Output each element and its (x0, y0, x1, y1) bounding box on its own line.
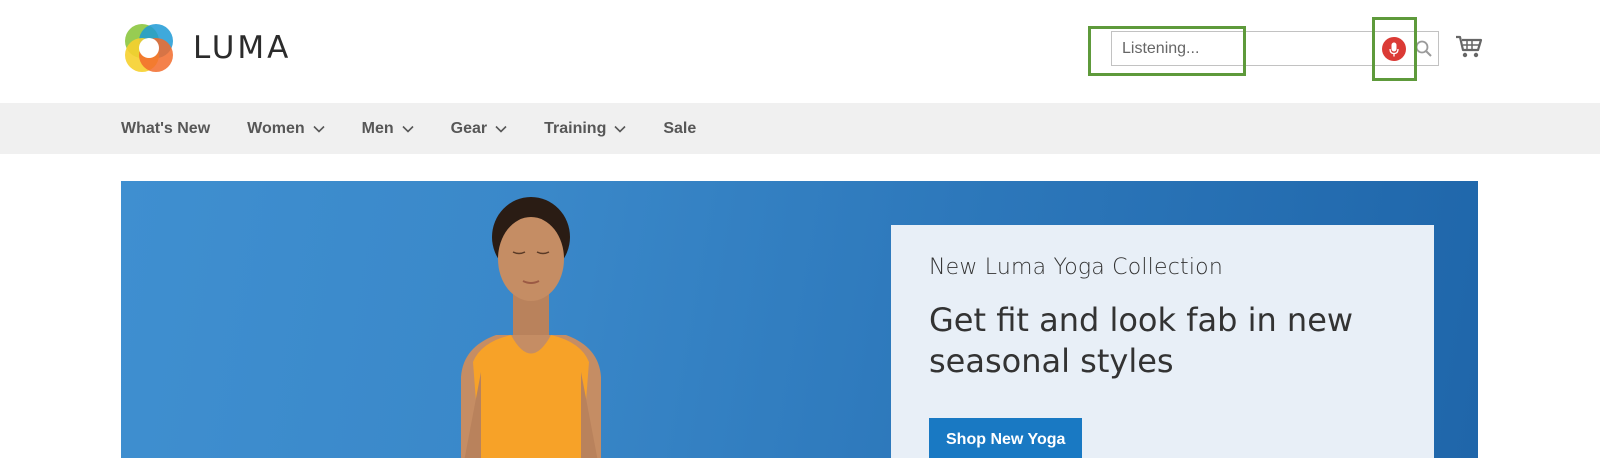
nav-item-training[interactable]: Training (544, 120, 626, 138)
luma-logo-link[interactable]: LUMA (122, 21, 291, 75)
nav-item-label: Women (247, 119, 305, 137)
search-icon (1415, 40, 1432, 57)
nav-item-label: Training (544, 119, 607, 137)
nav-item-gear[interactable]: Gear (451, 120, 507, 138)
nav-item-sale[interactable]: Sale (663, 120, 696, 138)
hero-banner[interactable]: New Luma Yoga Collection Get fit and loo… (121, 181, 1478, 458)
nav-item-men[interactable]: Men (362, 120, 414, 138)
minicart-button[interactable] (1455, 35, 1483, 59)
chevron-down-icon (402, 125, 414, 133)
chevron-down-icon (614, 125, 626, 133)
nav-item-women[interactable]: Women (247, 119, 325, 138)
search-button[interactable] (1414, 39, 1434, 59)
nav-item-label: Sale (663, 119, 697, 137)
shop-new-yoga-button[interactable]: Shop New Yoga (929, 418, 1083, 458)
promo-headline: Get fit and look fab in new seasonal sty… (929, 301, 1354, 380)
nav-list: What's New Women Men Gear Training Sale (121, 103, 733, 154)
nav-item-label: What's New (121, 119, 211, 137)
promo-card: New Luma Yoga Collection Get fit and loo… (891, 225, 1434, 458)
microphone-icon (1389, 42, 1399, 56)
voice-search-button[interactable] (1382, 37, 1406, 61)
nav-item-label: Men (361, 119, 394, 137)
luma-logo-icon (125, 24, 173, 72)
search-box (1111, 31, 1439, 66)
cart-icon (1456, 35, 1483, 58)
promo-kicker: New Luma Yoga Collection (929, 255, 1223, 280)
logo-wordmark: LUMA (193, 30, 292, 66)
chevron-down-icon (495, 125, 507, 133)
chevron-down-icon (313, 125, 325, 133)
site-header: LUMA (0, 0, 1600, 103)
yoga-model-image (461, 197, 601, 458)
nav-item-whats-new[interactable]: What's New (121, 120, 210, 138)
main-navigation: What's New Women Men Gear Training Sale (0, 103, 1600, 154)
search-input[interactable] (1112, 32, 1372, 65)
nav-item-label: Gear (450, 119, 488, 137)
